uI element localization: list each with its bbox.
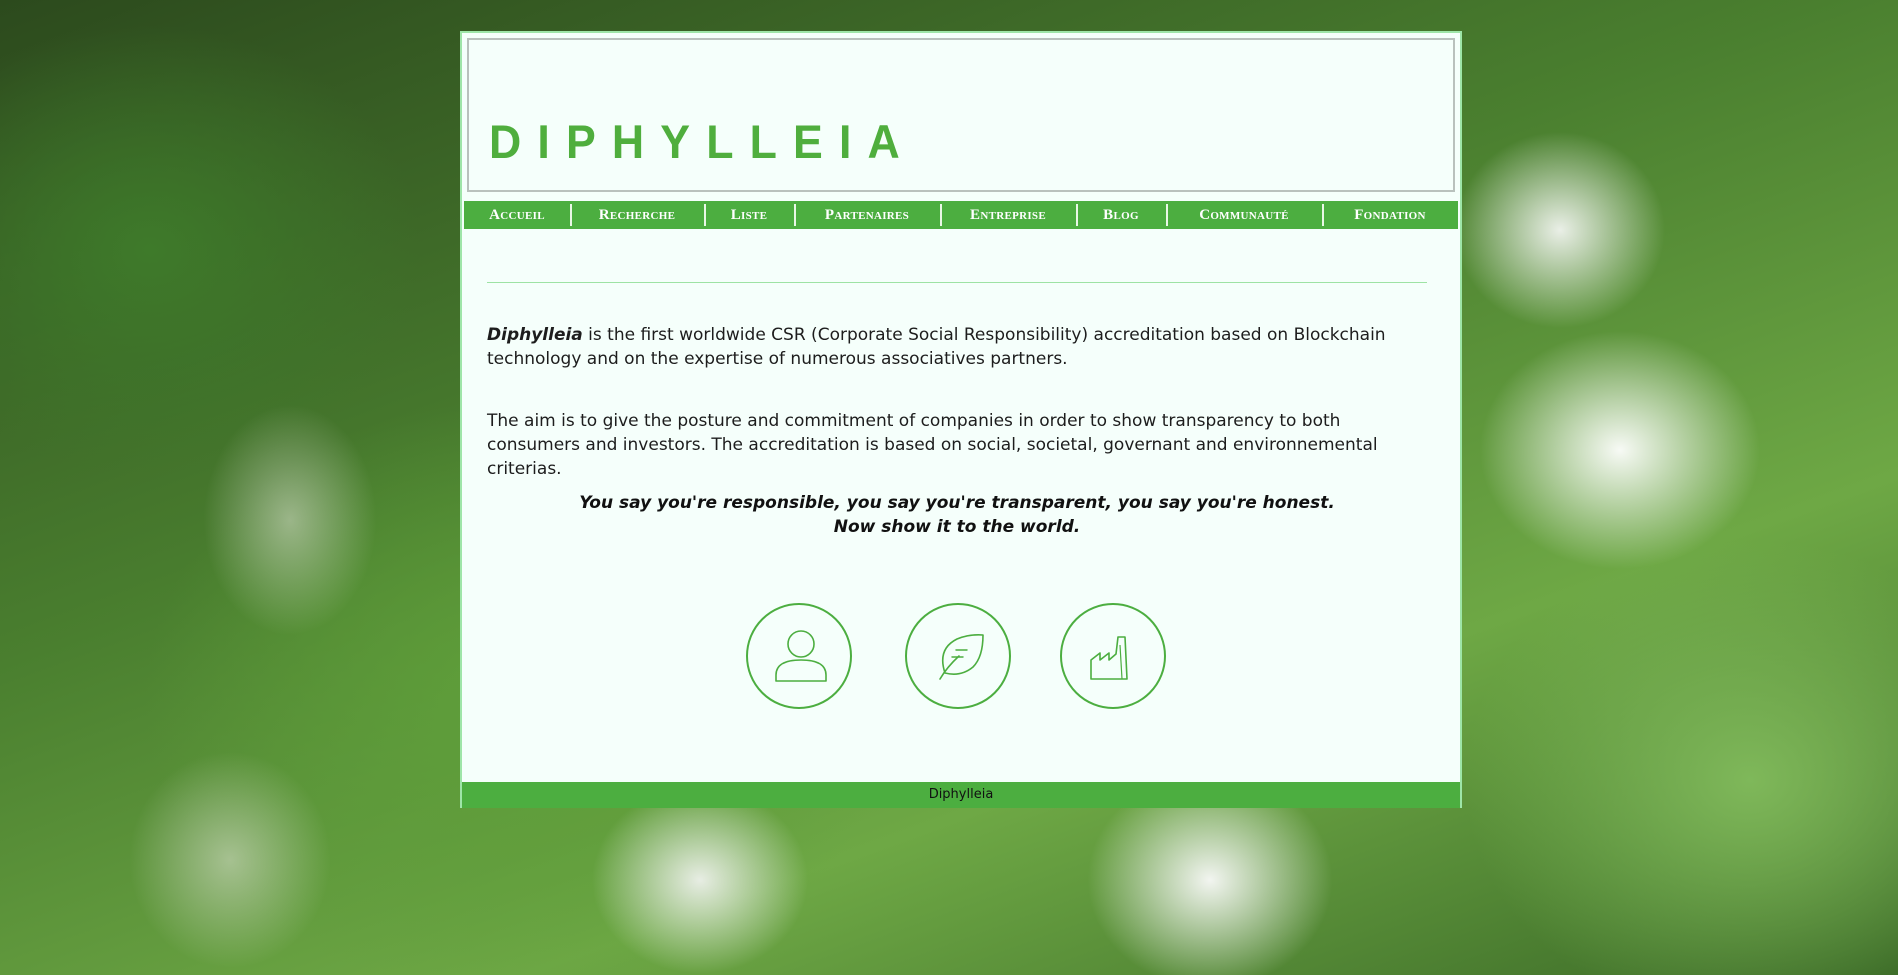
nav-item-accueil[interactable]: Accueil — [464, 201, 570, 229]
tagline: You say you're responsible, you say you'… — [487, 491, 1427, 539]
nav-item-entreprise[interactable]: Entreprise — [940, 201, 1076, 229]
brand-name: Diphylleia — [487, 325, 583, 345]
tagline-line-2: Now show it to the world. — [833, 517, 1081, 537]
leaf-icon[interactable] — [905, 603, 1011, 709]
nav-item-recherche[interactable]: Recherche — [570, 201, 704, 229]
divider — [487, 282, 1427, 283]
intro-paragraph: Diphylleia is the first worldwide CSR (C… — [487, 323, 1437, 371]
header: DIPHYLLEIA — [467, 38, 1455, 192]
nav-item-fondation[interactable]: Fondation — [1322, 201, 1458, 229]
nav-item-blog[interactable]: Blog — [1076, 201, 1166, 229]
intro-text: is the first worldwide CSR (Corporate So… — [487, 325, 1386, 369]
main-nav: Accueil Recherche Liste Partenaires Entr… — [464, 201, 1458, 229]
nav-item-liste[interactable]: Liste — [704, 201, 794, 229]
aim-paragraph: The aim is to give the posture and commi… — [487, 411, 1378, 479]
tagline-line-1: You say you're responsible, you say you'… — [579, 493, 1335, 513]
footer: Diphylleia — [462, 782, 1460, 808]
main-panel: DIPHYLLEIA Accueil Recherche Liste Parte… — [460, 31, 1462, 808]
nav-item-partenaires[interactable]: Partenaires — [794, 201, 940, 229]
site-logo[interactable]: DIPHYLLEIA — [489, 118, 916, 165]
person-icon[interactable] — [746, 603, 852, 709]
factory-icon[interactable] — [1060, 603, 1166, 709]
nav-item-communaute[interactable]: Communauté — [1166, 201, 1322, 229]
